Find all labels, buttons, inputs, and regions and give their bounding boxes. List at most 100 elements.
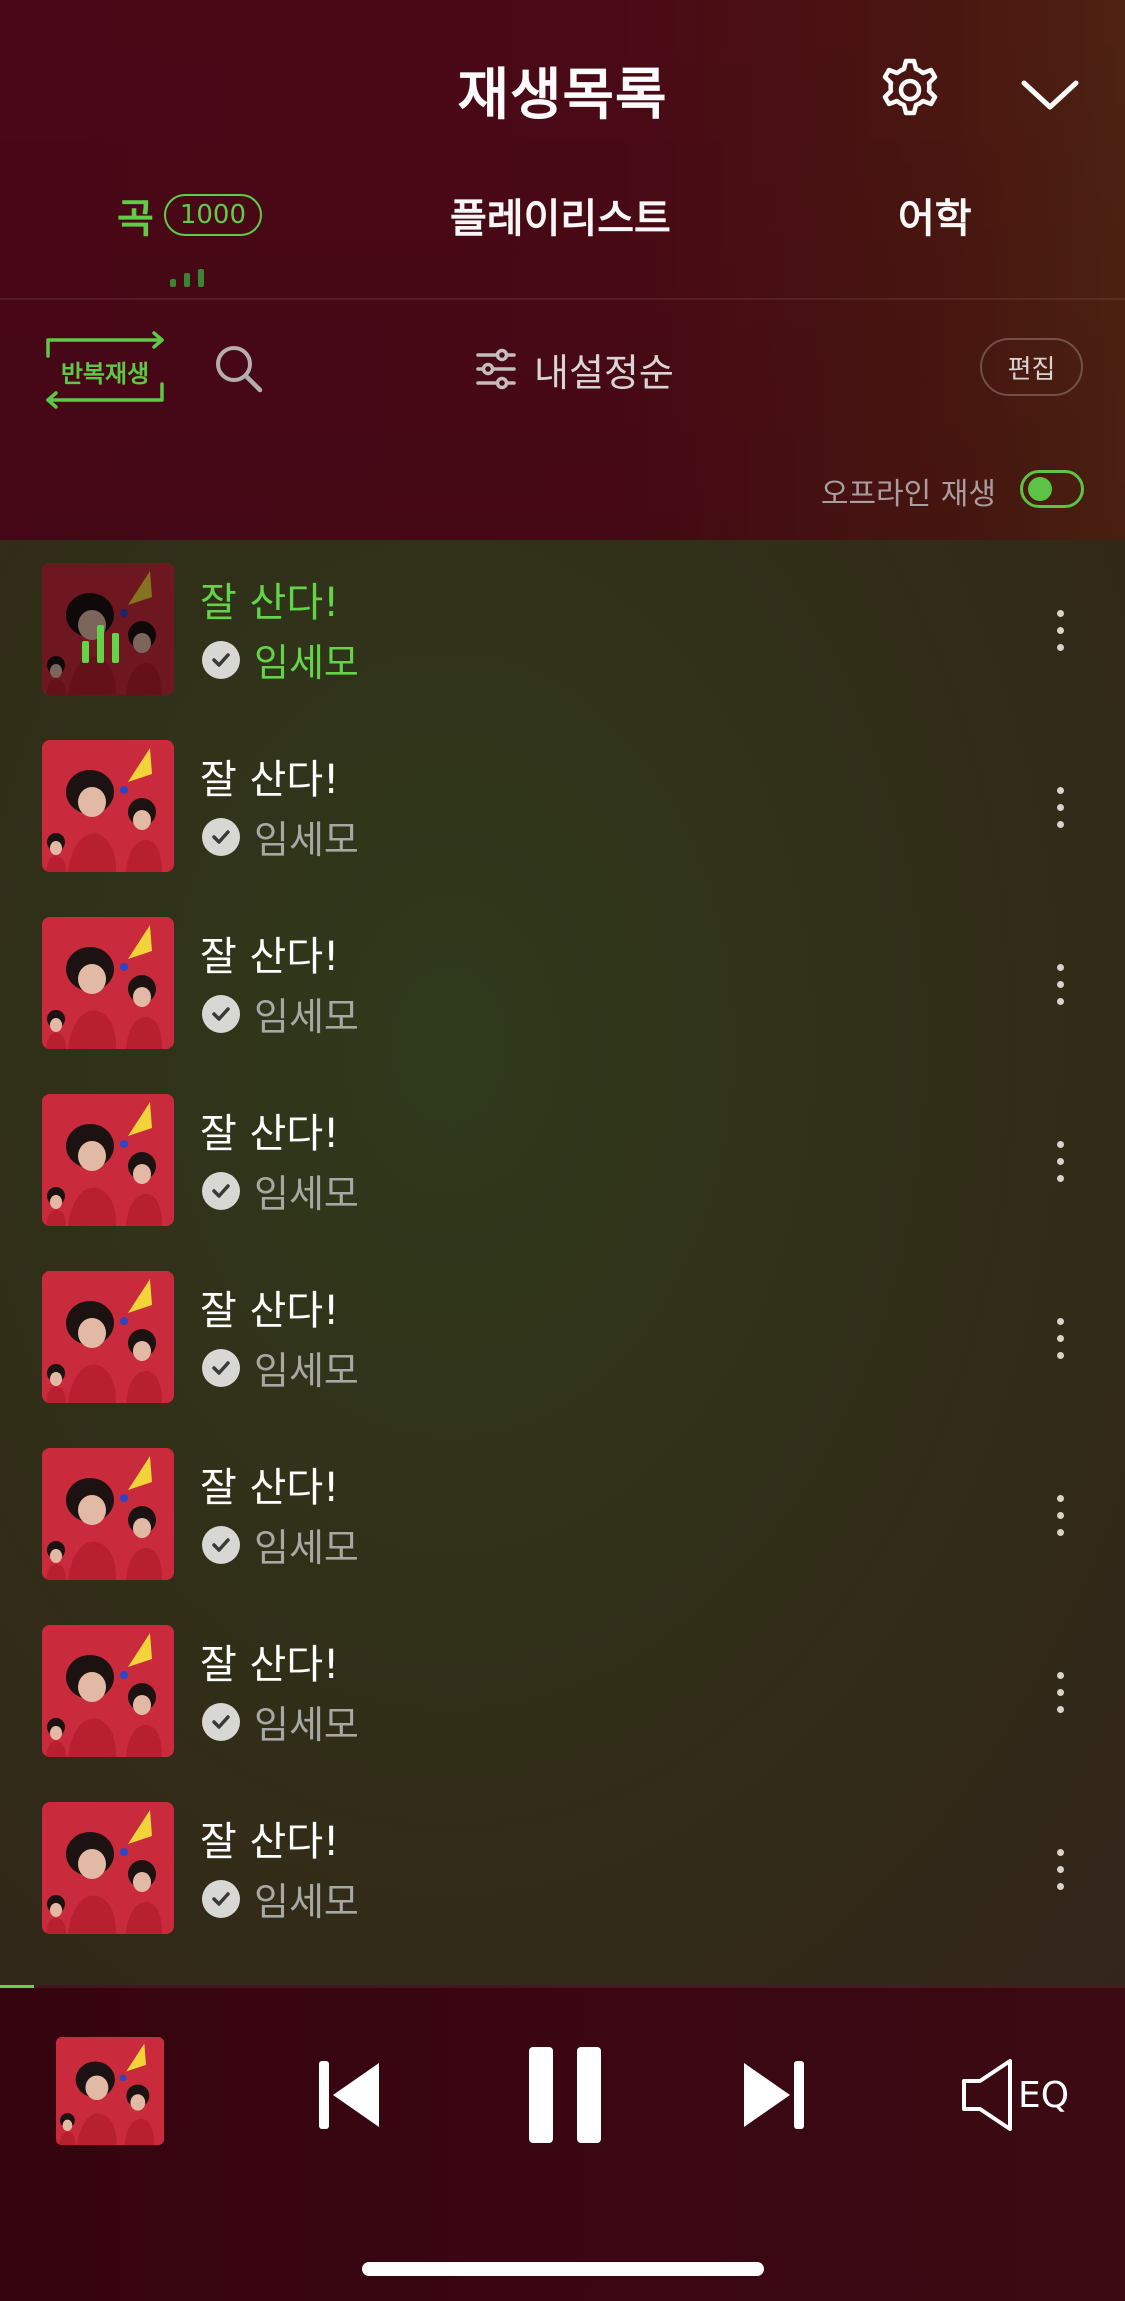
- more-options-button[interactable]: [1040, 762, 1080, 852]
- tab-language[interactable]: 어학: [898, 175, 972, 255]
- progress-bar[interactable]: [0, 1985, 1125, 1988]
- song-thumbnail: [42, 1448, 174, 1580]
- pause-button[interactable]: [520, 2045, 610, 2145]
- artist-name: 임세모: [254, 1172, 359, 1216]
- collapse-button[interactable]: [1010, 60, 1090, 130]
- header-area: 재생목록 곡 1000 플레이리스트 어학 반복재생 내설정순 편집 오프라인 …: [0, 0, 1125, 540]
- song-thumbnail: [42, 1625, 174, 1757]
- more-options-button[interactable]: [1040, 1293, 1080, 1383]
- song-count-badge: 1000: [163, 194, 262, 236]
- song-row[interactable]: 잘 산다! 임세모: [0, 1248, 1125, 1425]
- more-options-button[interactable]: [1040, 1647, 1080, 1737]
- toolbar: 반복재생 내설정순 편집: [0, 320, 1125, 420]
- progress-fill: [0, 1985, 34, 1988]
- album-cover-art: [42, 1271, 174, 1403]
- album-cover-art: [42, 1625, 174, 1757]
- sort-button[interactable]: 내설정순: [474, 334, 674, 404]
- settings-button[interactable]: [870, 55, 950, 125]
- home-indicator: [362, 2262, 764, 2276]
- more-options-button[interactable]: [1040, 1824, 1080, 1914]
- song-row[interactable]: 잘 산다! 임세모: [0, 540, 1125, 717]
- tab-songs-label: 곡: [117, 196, 154, 242]
- song-list[interactable]: 잘 산다! 임세모 잘 산다! 임세모 잘 산다! 임세모 잘 산다! 임세모 잘 산다! 임세모…: [0, 540, 1125, 1985]
- song-row[interactable]: 잘 산다! 임세모: [0, 1779, 1125, 1956]
- album-cover-art: [42, 740, 174, 872]
- repeat-icon: [46, 331, 164, 409]
- song-artist: 임세모: [202, 1517, 359, 1572]
- song-row[interactable]: 잘 산다! 임세모: [0, 1602, 1125, 1779]
- song-title: 잘 산다!: [200, 1288, 340, 1334]
- previous-button[interactable]: [310, 2045, 390, 2145]
- album-cover-art: [56, 2037, 164, 2145]
- edit-button[interactable]: 편집: [980, 338, 1083, 396]
- album-cover-art: [42, 917, 174, 1049]
- verified-check-icon: [202, 1525, 240, 1564]
- album-cover-art: [42, 1448, 174, 1580]
- toggle-knob: [1028, 477, 1052, 501]
- album-cover-art: [42, 1802, 174, 1934]
- page-title: 재생목록: [457, 63, 668, 128]
- tab-songs[interactable]: 곡 1000: [117, 175, 262, 255]
- song-title: 잘 산다!: [200, 757, 340, 803]
- song-artist: 임세모: [202, 1163, 359, 1218]
- verified-check-icon: [202, 640, 240, 679]
- more-options-button[interactable]: [1040, 939, 1080, 1029]
- song-thumbnail: [42, 1271, 174, 1403]
- song-title: 잘 산다!: [200, 934, 340, 980]
- song-title: 잘 산다!: [200, 1642, 340, 1688]
- song-thumbnail: [42, 563, 174, 695]
- album-art[interactable]: [56, 2037, 164, 2145]
- pause-icon: [529, 2047, 601, 2143]
- song-artist: 임세모: [202, 632, 359, 687]
- song-artist: 임세모: [202, 1340, 359, 1395]
- song-title: 잘 산다!: [200, 1111, 340, 1157]
- song-row[interactable]: 잘 산다! 임세모: [0, 1071, 1125, 1248]
- offline-toggle[interactable]: [1020, 470, 1084, 508]
- artist-name: 임세모: [254, 1349, 359, 1393]
- skip-previous-icon: [319, 2061, 379, 2129]
- now-playing-indicator: [170, 265, 210, 287]
- tab-bar: 곡 1000 플레이리스트 어학: [0, 175, 1125, 295]
- song-title: 잘 산다!: [200, 580, 340, 626]
- song-thumbnail: [42, 1094, 174, 1226]
- now-playing-bars-icon: [82, 613, 119, 663]
- offline-label: 오프라인 재생: [820, 477, 996, 512]
- song-row[interactable]: 잘 산다! 임세모: [0, 1425, 1125, 1602]
- offline-row: 오프라인 재생: [0, 455, 1125, 525]
- song-thumbnail: [42, 1802, 174, 1934]
- verified-check-icon: [202, 1348, 240, 1387]
- search-button[interactable]: [210, 340, 270, 400]
- mini-player: EQ: [0, 1985, 1125, 2301]
- song-artist: 임세모: [202, 809, 359, 864]
- artist-name: 임세모: [254, 818, 359, 862]
- chevron-down-icon: [1021, 80, 1079, 110]
- eq-label: EQ: [1018, 2075, 1069, 2116]
- song-thumbnail: [42, 740, 174, 872]
- more-options-button[interactable]: [1040, 585, 1080, 675]
- artist-name: 임세모: [254, 1703, 359, 1747]
- song-title: 잘 산다!: [200, 1465, 340, 1511]
- verified-check-icon: [202, 1171, 240, 1210]
- eq-button[interactable]: EQ: [960, 2045, 1080, 2145]
- song-row[interactable]: 잘 산다! 임세모: [0, 894, 1125, 1071]
- more-options-button[interactable]: [1040, 1116, 1080, 1206]
- album-cover-art: [42, 1094, 174, 1226]
- eq-speaker-icon: EQ: [962, 2059, 1069, 2131]
- repeat-button[interactable]: 반복재생: [40, 330, 170, 410]
- song-row[interactable]: 잘 산다! 임세모: [0, 717, 1125, 894]
- verified-check-icon: [202, 1879, 240, 1918]
- verified-check-icon: [202, 994, 240, 1033]
- next-button[interactable]: [733, 2045, 813, 2145]
- verified-check-icon: [202, 1702, 240, 1741]
- tab-playlist[interactable]: 플레이리스트: [450, 175, 671, 255]
- artist-name: 임세모: [254, 995, 359, 1039]
- more-options-button[interactable]: [1040, 1470, 1080, 1560]
- song-thumbnail: [42, 917, 174, 1049]
- artist-name: 임세모: [254, 641, 359, 685]
- song-artist: 임세모: [202, 986, 359, 1041]
- skip-next-icon: [744, 2061, 804, 2129]
- divider: [0, 298, 1125, 300]
- song-artist: 임세모: [202, 1871, 359, 1926]
- song-title: 잘 산다!: [200, 1819, 340, 1865]
- playlist-screen: 재생목록 곡 1000 플레이리스트 어학 반복재생 내설정순 편집 오프라인 …: [0, 0, 1125, 2301]
